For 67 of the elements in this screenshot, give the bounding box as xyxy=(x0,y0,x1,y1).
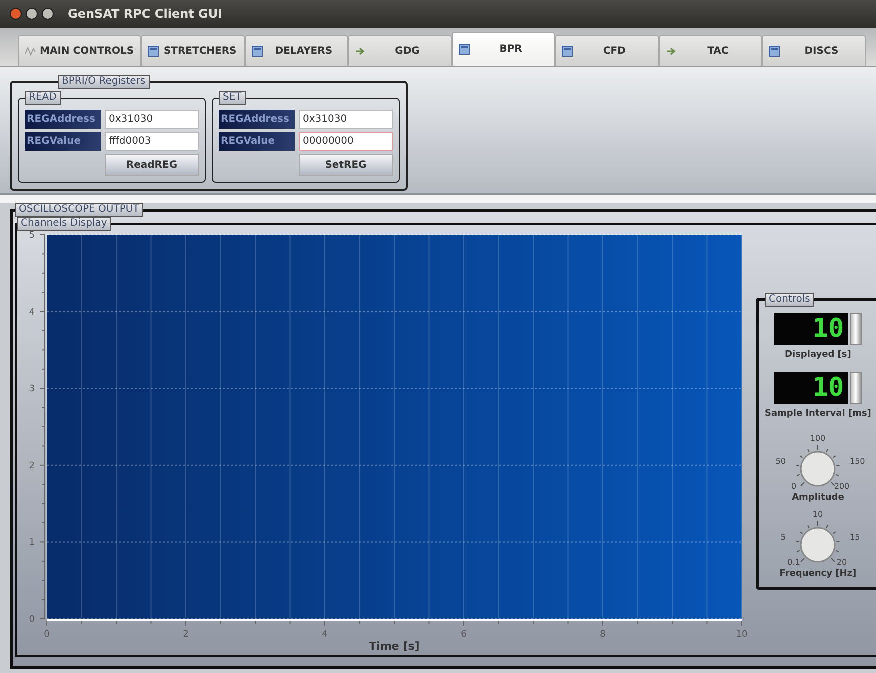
spinner[interactable] xyxy=(850,312,862,344)
window-title: GenSAT RPC Client GUI xyxy=(68,7,223,21)
x-tick-label: 0 xyxy=(44,630,50,640)
knob-scale-label: 5 xyxy=(781,532,786,542)
field-label: REGAddress xyxy=(25,110,101,129)
x-tick-label: 8 xyxy=(600,630,606,640)
knob-label: Frequency [Hz] xyxy=(780,568,857,578)
minimize-button[interactable] xyxy=(26,8,38,20)
x-axis-title: Time [s] xyxy=(369,640,420,652)
close-button[interactable] xyxy=(10,8,22,20)
group-title: BPRI/O Registers xyxy=(58,75,150,89)
display-label: Displayed [s] xyxy=(785,350,852,360)
input-field[interactable]: 00000000 xyxy=(299,132,393,151)
knob-label: Amplitude xyxy=(792,492,844,502)
field-label: REGValue xyxy=(219,132,295,151)
y-tick-label: 5 xyxy=(29,230,35,240)
group-title: READ xyxy=(25,91,61,105)
x-tick-label: 6 xyxy=(461,630,467,640)
window-icon xyxy=(252,46,263,56)
input-field[interactable]: 0x31030 xyxy=(105,110,199,129)
group-title: SET xyxy=(219,91,246,105)
x-tick-label: 4 xyxy=(322,630,328,640)
tab[interactable]: BPR xyxy=(452,32,556,66)
group-title: Channels Display xyxy=(17,217,112,231)
spinner[interactable] xyxy=(850,372,862,404)
tab[interactable]: DISCS xyxy=(762,35,866,66)
tab[interactable]: TAC xyxy=(658,35,762,66)
tab[interactable]: GDG xyxy=(348,35,452,66)
input-field[interactable]: 0x31030 xyxy=(299,110,393,129)
register-button[interactable]: SetREG xyxy=(299,154,393,176)
register-button[interactable]: ReadREG xyxy=(105,154,199,176)
arrow-icon xyxy=(666,46,677,56)
knob-scale-label: 100 xyxy=(810,434,826,442)
knob-scale-label: 15 xyxy=(850,532,860,542)
knob-scale-label: 0.1 xyxy=(788,558,801,566)
field-label: REGAddress xyxy=(219,110,295,129)
window-icon xyxy=(148,46,160,56)
knob-scale-label: 50 xyxy=(776,456,786,466)
digital-display: 10 xyxy=(774,312,848,344)
tab[interactable]: MAIN CONTROLS xyxy=(18,35,142,66)
digital-display: 10 xyxy=(774,372,848,404)
knob-scale-label: 10 xyxy=(813,510,824,518)
x-tick-label: 2 xyxy=(183,630,189,640)
y-tick-label: 3 xyxy=(29,384,35,394)
window-icon xyxy=(562,46,574,56)
tab[interactable]: CFD xyxy=(555,35,659,66)
field-label: REGValue xyxy=(25,132,101,151)
knob-scale-label: 150 xyxy=(850,456,866,466)
y-tick-label: 1 xyxy=(29,538,35,548)
y-tick-label: 0 xyxy=(29,614,35,624)
knob-scale-label: 200 xyxy=(834,482,850,490)
tab[interactable]: STRETCHERS xyxy=(141,35,245,66)
wave-icon xyxy=(25,46,36,56)
input-field[interactable]: fffd0003 xyxy=(105,132,199,151)
maximize-button[interactable] xyxy=(42,8,54,20)
window-icon xyxy=(769,46,780,56)
group-title: Controls xyxy=(765,292,814,306)
y-tick-label: 4 xyxy=(29,307,35,318)
tab[interactable]: DELAYERS xyxy=(244,35,348,66)
window-icon xyxy=(458,44,470,55)
knob-scale-label: 0 xyxy=(792,482,797,490)
arrow-icon xyxy=(355,46,366,56)
y-tick-label: 2 xyxy=(29,460,35,471)
knob-scale-label: 20 xyxy=(837,558,848,566)
display-label: Sample Interval [ms] xyxy=(765,408,872,418)
x-tick-label: 10 xyxy=(736,630,748,640)
group-title: OSCILLOSCOPE OUTPUT xyxy=(15,203,144,217)
